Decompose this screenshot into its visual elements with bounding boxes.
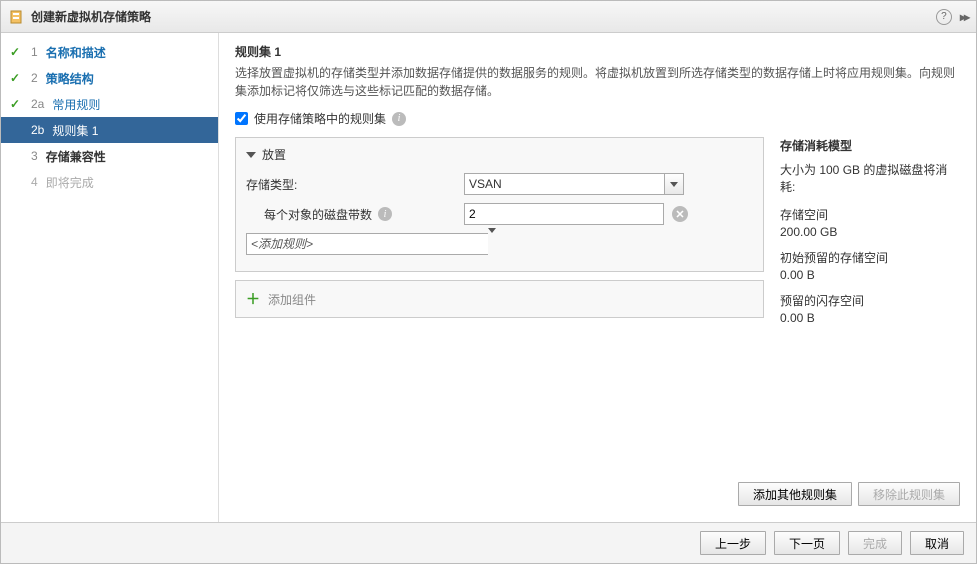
left-column: 放置 存储类型: VSAN 每个对象的磁盘带数: [235, 137, 764, 474]
reserved-label: 初始预留的存储空间: [780, 249, 960, 266]
remove-ruleset-button: 移除此规则集: [858, 482, 960, 506]
expand-icon[interactable]: ▸▸: [960, 10, 968, 24]
add-component-label: 添加组件: [268, 291, 316, 308]
flash-label: 预留的闪存空间: [780, 292, 960, 309]
use-ruleset-label: 使用存储策略中的规则集: [254, 110, 386, 127]
consumption-panel: 存储消耗模型 大小为 100 GB 的虚拟磁盘将消耗: 存储空间 200.00 …: [780, 137, 960, 474]
footer: 上一步 下一页 完成 取消: [1, 522, 976, 563]
stripe-input[interactable]: [464, 203, 664, 225]
wizard-steps: ✓ 1 名称和描述 ✓ 2 策略结构 ✓ 2a 常用规则 2b 规则集 1 3: [1, 33, 219, 522]
step-name-desc[interactable]: ✓ 1 名称和描述: [1, 39, 218, 65]
placement-panel: 放置 存储类型: VSAN 每个对象的磁盘带数: [235, 137, 764, 272]
collapse-icon: [246, 152, 256, 158]
storage-policy-icon: [9, 9, 25, 25]
add-ruleset-button[interactable]: 添加其他规则集: [738, 482, 852, 506]
storage-type-label: 存储类型:: [246, 176, 456, 193]
storage-type-select[interactable]: VSAN: [464, 173, 684, 195]
ruleset-actions: 添加其他规则集 移除此规则集: [235, 474, 960, 514]
placement-toggle[interactable]: 放置: [246, 146, 753, 163]
storage-space-value: 200.00 GB: [780, 225, 960, 239]
stripe-row: 每个对象的磁盘带数 i ✕: [246, 203, 753, 225]
stripe-label: 每个对象的磁盘带数 i: [246, 206, 456, 223]
next-button[interactable]: 下一页: [774, 531, 840, 555]
check-icon: ✓: [7, 97, 23, 111]
chevron-down-icon[interactable]: [664, 173, 684, 195]
titlebar: 创建新虚拟机存储策略 ? ▸▸: [1, 1, 976, 33]
step-common-rules[interactable]: ✓ 2a 常用规则: [1, 91, 218, 117]
dialog-title: 创建新虚拟机存储策略: [31, 8, 936, 25]
dialog-body: ✓ 1 名称和描述 ✓ 2 策略结构 ✓ 2a 常用规则 2b 规则集 1 3: [1, 33, 976, 522]
flash-value: 0.00 B: [780, 311, 960, 325]
step-policy-structure[interactable]: ✓ 2 策略结构: [1, 65, 218, 91]
ruleset-heading: 规则集 1: [235, 43, 960, 60]
check-icon: ✓: [7, 71, 23, 85]
content-area: 规则集 1 选择放置虚拟机的存储类型并添加数据存储提供的数据服务的规则。将虚拟机…: [219, 33, 976, 522]
info-icon[interactable]: i: [392, 112, 406, 126]
step-ruleset-1[interactable]: 2b 规则集 1: [1, 117, 218, 143]
add-rule-select[interactable]: <添加规则>: [246, 233, 496, 255]
plus-icon: ＋: [246, 289, 260, 309]
ruleset-description: 选择放置虚拟机的存储类型并添加数据存储提供的数据服务的规则。将虚拟机放置到所选存…: [235, 64, 960, 100]
dialog: 创建新虚拟机存储策略 ? ▸▸ ✓ 1 名称和描述 ✓ 2 策略结构 ✓ 2a …: [0, 0, 977, 564]
placement-title: 放置: [262, 146, 286, 163]
cancel-button[interactable]: 取消: [910, 531, 964, 555]
help-icon[interactable]: ?: [936, 9, 952, 25]
chevron-down-icon[interactable]: [488, 233, 496, 255]
use-ruleset-checkbox[interactable]: [235, 112, 248, 125]
reserved-value: 0.00 B: [780, 268, 960, 282]
info-icon[interactable]: i: [378, 207, 392, 221]
remove-rule-icon[interactable]: ✕: [672, 206, 688, 222]
consumption-title: 存储消耗模型: [780, 137, 960, 154]
panel-row: 放置 存储类型: VSAN 每个对象的磁盘带数: [235, 137, 960, 474]
storage-type-row: 存储类型: VSAN: [246, 173, 753, 195]
add-rule-placeholder: <添加规则>: [246, 233, 488, 255]
add-rule-row: <添加规则>: [246, 233, 753, 255]
step-storage-compat[interactable]: 3 存储兼容性: [1, 143, 218, 169]
storage-type-value: VSAN: [464, 173, 664, 195]
consumption-desc: 大小为 100 GB 的虚拟磁盘将消耗:: [780, 162, 960, 196]
finish-button: 完成: [848, 531, 902, 555]
step-ready-complete: 4 即将完成: [1, 169, 218, 195]
add-component-button[interactable]: ＋ 添加组件: [235, 280, 764, 318]
back-button[interactable]: 上一步: [700, 531, 766, 555]
use-ruleset-row: 使用存储策略中的规则集 i: [235, 110, 960, 127]
storage-space-label: 存储空间: [780, 206, 960, 223]
check-icon: ✓: [7, 45, 23, 59]
